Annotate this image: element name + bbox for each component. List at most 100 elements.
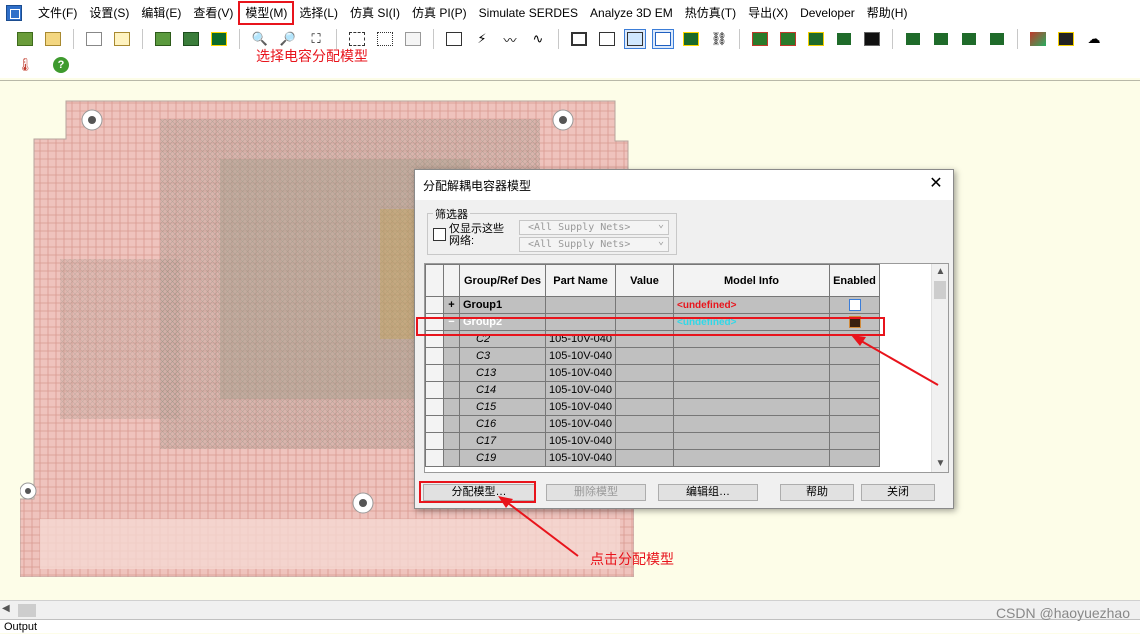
menu-file[interactable]: 文件(F) [32,2,83,24]
vertical-scrollbar[interactable]: ▲ ▼ [931,264,948,472]
col-group-ref-des[interactable]: Group/Ref Des [459,264,546,297]
enabled-cell [829,415,880,433]
table-row[interactable]: C16 105-10V-040 [425,415,880,433]
row-header[interactable] [425,347,444,365]
net-filter-select-1[interactable]: <All Supply Nets> [519,218,669,235]
help-button[interactable]: 帮助 [780,484,854,501]
table-row[interactable]: C13 105-10V-040 [425,364,880,382]
value-cell [615,381,674,399]
table-row[interactable]: C19 105-10V-040 [425,449,880,467]
new-file-icon[interactable] [83,29,105,49]
net-filter-select-2[interactable]: <All Supply Nets> [519,235,669,252]
row-header[interactable] [425,364,444,382]
menu-export[interactable]: 导出(X) [742,2,794,24]
hscroll-thumb[interactable] [18,604,36,617]
expand-toggle[interactable]: + [443,296,460,314]
gradient-icon[interactable] [1027,29,1049,49]
waveform-icon[interactable]: 〰 [499,29,521,49]
help-icon[interactable]: ? [50,55,72,75]
table-row[interactable]: C2 105-10V-040 [425,330,880,348]
scroll-left-icon[interactable]: ◀ [2,603,10,614]
stackup-icon[interactable] [208,29,230,49]
expander-cell [443,330,460,348]
row-header[interactable] [425,398,444,416]
grid-icon[interactable] [833,29,855,49]
pcb-icon[interactable] [749,29,771,49]
row-header[interactable] [425,449,444,467]
row-header[interactable] [425,381,444,399]
ibis-icon[interactable] [596,29,618,49]
table-row[interactable]: C15 105-10V-040 [425,398,880,416]
net-probe-icon[interactable]: ⚡ [471,29,493,49]
close-icon[interactable]: ✕ [927,175,945,193]
menu-thermal[interactable]: 热仿真(T) [679,2,742,24]
horizontal-scrollbar[interactable]: ◀ [0,600,1140,619]
signal-icon[interactable]: ∿ [527,29,549,49]
row-header[interactable] [425,296,444,314]
col-value[interactable]: Value [615,264,674,297]
ami-icon[interactable] [986,29,1008,49]
menu-simulate-serdes[interactable]: Simulate SERDES [473,2,584,24]
report-icon[interactable] [861,29,883,49]
thermometer-icon[interactable]: 🌡 [14,55,36,75]
menu-view[interactable]: 查看(V) [187,2,239,24]
decap-model-icon[interactable] [624,29,646,49]
cloud-icon[interactable]: ☁ [1083,29,1105,49]
menu-settings[interactable]: 设置(S) [83,2,135,24]
menu-sim-si[interactable]: 仿真 SI(I) [344,2,406,24]
menu-edit[interactable]: 编辑(E) [135,2,187,24]
collapse-toggle[interactable]: − [443,313,460,331]
pcb2-icon[interactable] [777,29,799,49]
menu-analyze-3d-em[interactable]: Analyze 3D EM [584,2,679,24]
eye-diagram-icon[interactable] [1055,29,1077,49]
row-header[interactable] [425,415,444,433]
row-header[interactable] [425,432,444,450]
new-project-icon[interactable] [14,29,36,49]
spectrum-icon[interactable] [930,29,952,49]
group-row-selected[interactable]: − Group2 <undefined> [425,313,880,331]
menu-model[interactable]: 模型(M) [238,1,295,25]
document-icon[interactable] [402,29,424,49]
row-header[interactable] [425,313,444,331]
row-header[interactable] [425,330,444,348]
app-icon[interactable] [6,5,22,21]
value-cell [615,449,674,467]
net-highlight-icon[interactable] [680,29,702,49]
table-row[interactable]: C17 105-10V-040 [425,432,880,450]
waveform-view-icon[interactable] [652,29,674,49]
layout-icon[interactable] [180,29,202,49]
menu-select[interactable]: 选择(L) [293,2,344,24]
board-view-icon[interactable] [152,29,174,49]
assign-model-button[interactable]: 分配模型… [423,484,535,501]
open-project-icon[interactable] [42,29,64,49]
close-button[interactable]: 关闭 [861,484,935,501]
enabled-cell [829,296,880,314]
eye-icon[interactable] [958,29,980,49]
netlist-icon[interactable] [443,29,465,49]
open-file-icon[interactable] [111,29,133,49]
enabled-cell [829,347,880,365]
component-icon[interactable] [568,29,590,49]
menu-developer[interactable]: Developer [794,2,861,24]
table-row[interactable]: C3 105-10V-040 [425,347,880,365]
filter-checkbox[interactable] [433,228,446,241]
routing-icon[interactable]: ⛓ [708,29,730,49]
col-part-name[interactable]: Part Name [545,264,616,297]
scroll-down-icon[interactable]: ▼ [932,456,948,472]
bar-chart-icon[interactable] [805,29,827,49]
col-enabled[interactable]: Enabled [829,264,880,297]
pins-icon[interactable] [374,29,396,49]
scroll-thumb[interactable] [934,281,946,299]
enabled-checkbox[interactable] [848,316,861,329]
table-row[interactable]: C14 105-10V-040 [425,381,880,399]
delete-model-button[interactable]: 删除模型 [546,484,646,501]
edit-group-button[interactable]: 编辑组… [658,484,758,501]
menu-sim-pi[interactable]: 仿真 PI(P) [406,2,473,24]
group-row[interactable]: + Group1 <undefined> [425,296,880,314]
menu-help[interactable]: 帮助(H) [861,2,914,24]
enabled-checkbox[interactable] [848,299,861,312]
scroll-up-icon[interactable]: ▲ [932,264,948,280]
decap-grid: Group/Ref Des Part Name Value Model Info… [424,263,949,473]
plot-icon[interactable] [902,29,924,49]
col-model-info[interactable]: Model Info [673,264,830,297]
